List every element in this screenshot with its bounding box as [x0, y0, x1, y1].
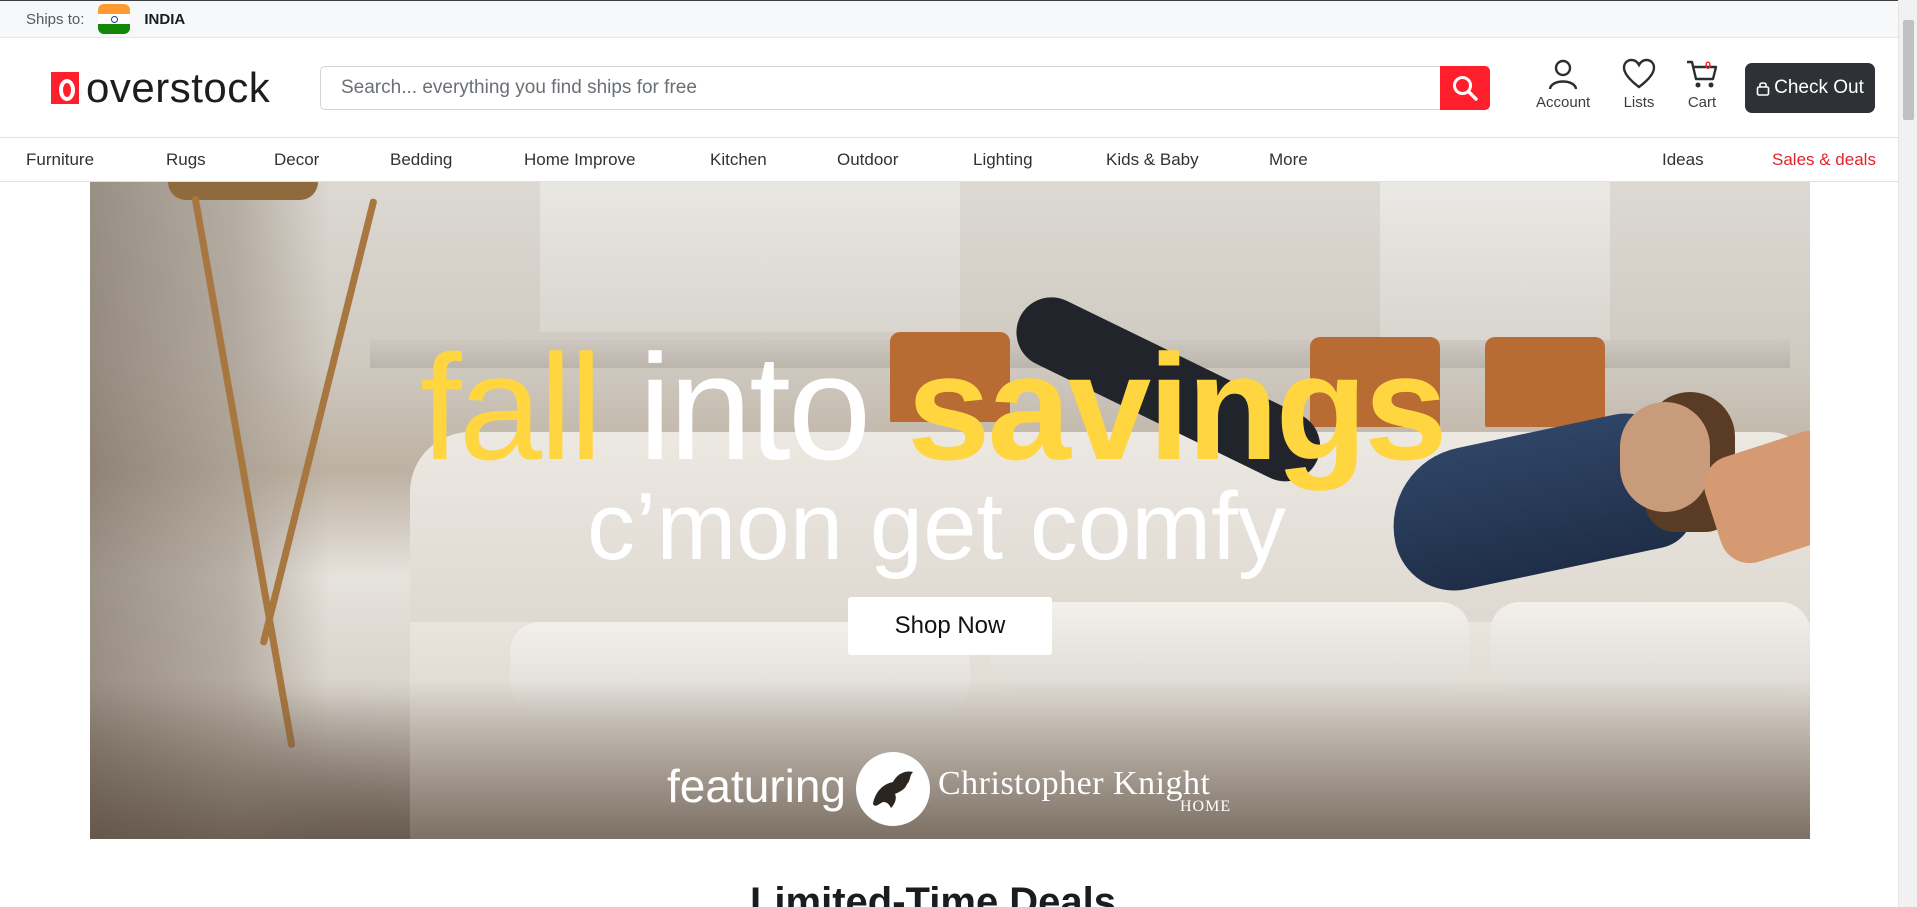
page: Ships to: INDIA overstock Search... ever…	[0, 0, 1917, 907]
india-flag-icon[interactable]	[98, 4, 131, 34]
nav-item-ideas[interactable]: Ideas	[1662, 150, 1704, 170]
heart-icon	[1622, 58, 1656, 89]
hero-banner[interactable]: fall into savings c’mon get comfy Shop N…	[90, 182, 1810, 839]
hero-photo-person	[1620, 402, 1710, 512]
nav-item-bedding[interactable]: Bedding	[390, 150, 452, 170]
checkout-button[interactable]: Check Out	[1745, 63, 1875, 113]
christopher-knight-logo: Christopher Knight	[938, 765, 1211, 802]
ships-to-bar: Ships to: INDIA	[0, 0, 1898, 38]
cart-label: Cart	[1687, 94, 1717, 111]
nav-item-furniture[interactable]: Furniture	[26, 150, 94, 170]
christopher-knight-home-text: HOME	[1180, 798, 1232, 815]
hero-word-fall: fall	[420, 323, 603, 491]
nav-item-home-improve[interactable]: Home Improve	[524, 150, 635, 170]
account-icon	[1548, 59, 1578, 90]
hero-headline: fall into savings	[420, 332, 1448, 482]
cart-button[interactable]: 0 Cart	[1685, 58, 1719, 111]
search-button[interactable]	[1440, 66, 1490, 110]
checkout-label: Check Out	[1774, 77, 1864, 98]
site-header: overstock Account Lists	[0, 38, 1898, 138]
nav-item-outdoor[interactable]: Outdoor	[837, 150, 898, 170]
account-button[interactable]: Account	[1536, 58, 1590, 111]
hero-photo-cabinets	[540, 182, 960, 332]
search-icon	[1453, 76, 1478, 101]
nav-item-lighting[interactable]: Lighting	[973, 150, 1033, 170]
category-nav: Furniture Rugs Decor Bedding Home Improv…	[0, 139, 1898, 182]
overstock-logo[interactable]: overstock	[46, 64, 271, 111]
logo-text: overstock	[86, 64, 271, 111]
nav-item-kids-baby[interactable]: Kids & Baby	[1106, 150, 1199, 170]
hero-photo-stool	[1485, 337, 1605, 427]
lists-button[interactable]: Lists	[1622, 58, 1656, 111]
limited-time-deals-heading: Limited-Time Deals	[750, 880, 1117, 907]
scrollbar-thumb[interactable]	[1903, 20, 1914, 120]
ships-to-label: Ships to:	[26, 10, 85, 28]
overstock-logo-mark-icon	[51, 72, 79, 104]
nav-item-sales-deals[interactable]: Sales & deals	[1772, 150, 1876, 170]
account-label: Account	[1536, 94, 1591, 111]
hero-word-savings: savings	[906, 323, 1448, 491]
hero-photo-lamp	[168, 182, 318, 200]
nav-item-decor[interactable]: Decor	[274, 150, 319, 170]
hero-featuring-text: featuring	[667, 760, 847, 812]
horse-emblem-icon	[856, 752, 930, 826]
page-scrollbar[interactable]	[1898, 0, 1917, 907]
search-input[interactable]	[321, 68, 1440, 108]
nav-item-rugs[interactable]: Rugs	[166, 150, 206, 170]
shop-now-button[interactable]: Shop Now	[848, 597, 1052, 655]
ships-to-country[interactable]: INDIA	[144, 11, 185, 28]
search-bar	[320, 66, 1490, 110]
hero-subtitle: c’mon get comfy	[587, 473, 1286, 580]
nav-item-more[interactable]: More	[1269, 150, 1308, 170]
lock-icon	[1756, 82, 1770, 96]
nav-item-kitchen[interactable]: Kitchen	[710, 150, 767, 170]
cart-count-badge: 0	[1705, 60, 1712, 72]
hero-word-into: into	[638, 323, 871, 491]
lists-label: Lists	[1623, 94, 1655, 111]
cart-icon	[1687, 60, 1718, 88]
